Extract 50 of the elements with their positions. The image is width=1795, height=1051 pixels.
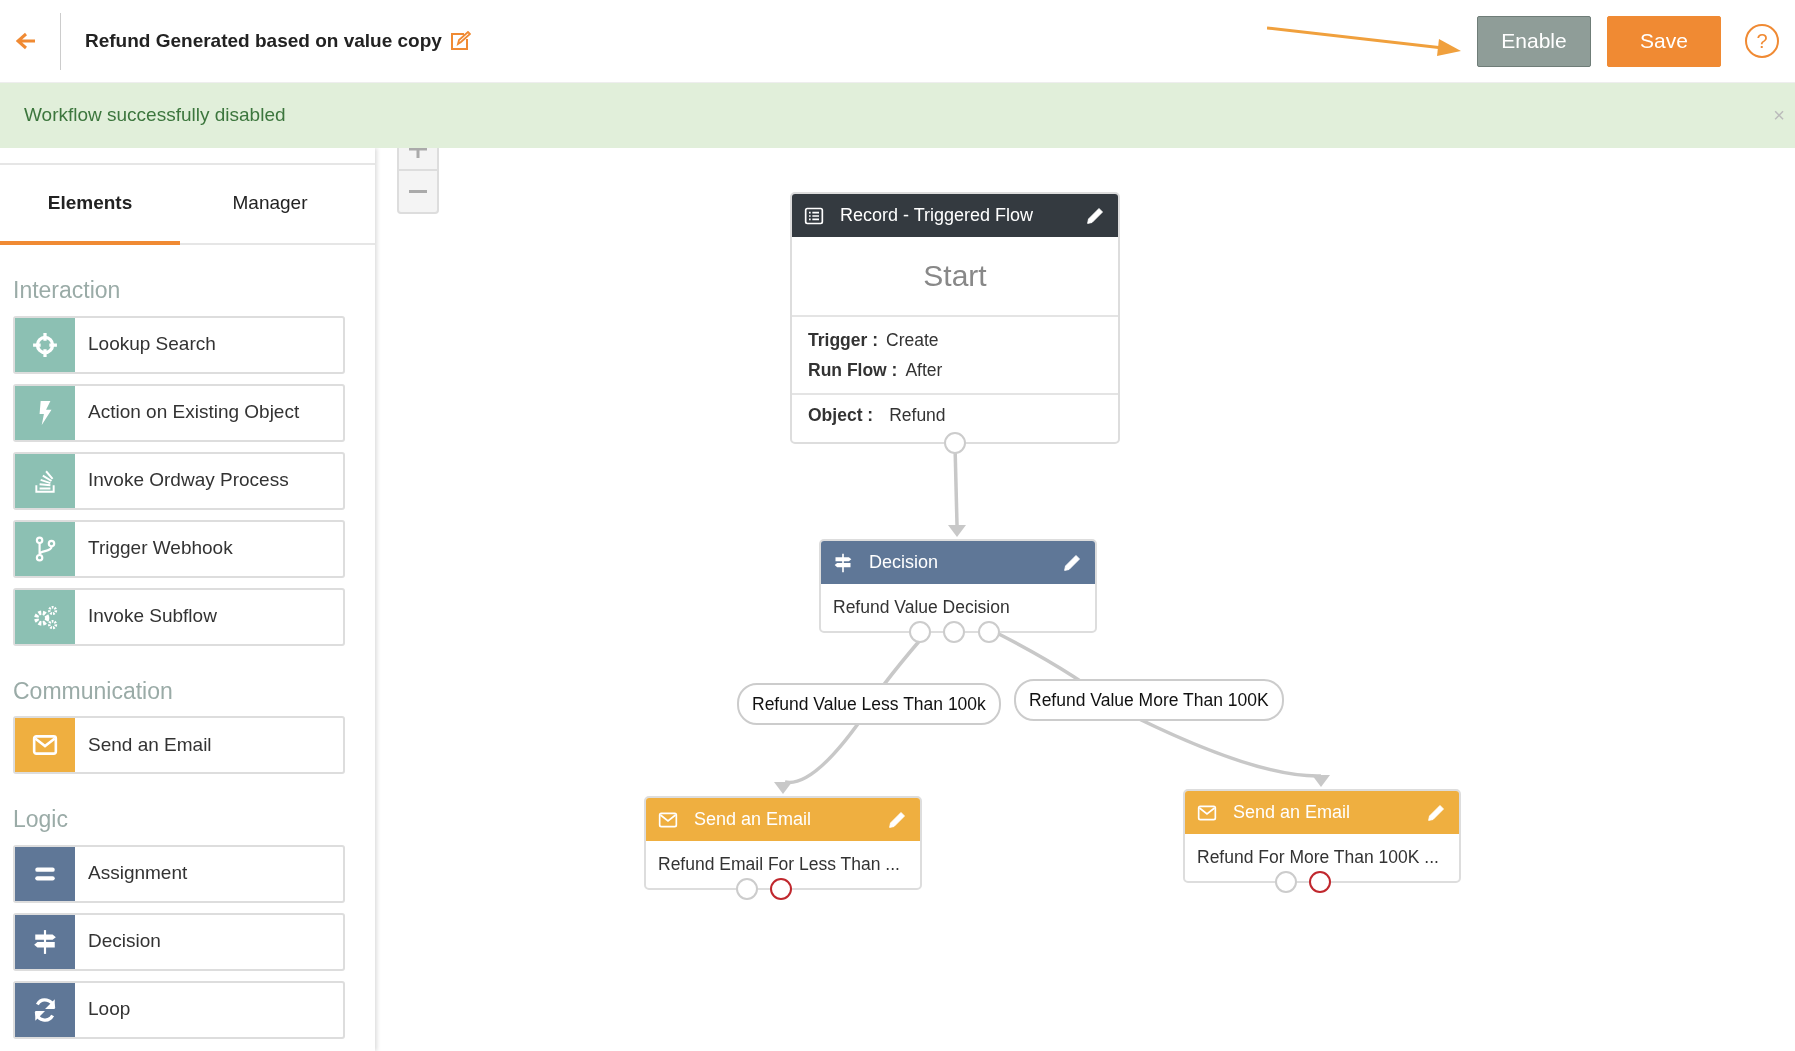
node-title: Send an Email [1233,801,1352,824]
edit-icon[interactable] [449,31,471,51]
section-heading: Interaction [13,276,122,305]
node-description: Refund Value Decision [833,597,1010,617]
connector-port[interactable] [1275,871,1297,893]
list-icon [804,205,824,226]
flow-node[interactable]: Send an Email Refund For More Than 100K ... [1183,789,1461,883]
edge-label: Refund Value Less Than 100k [737,683,1001,726]
element-item[interactable]: Assignment [13,844,345,903]
field-value: After [905,359,943,382]
fault-port[interactable] [1309,871,1331,893]
field-value: Create [886,329,939,352]
node-title: Record - Triggered Flow [840,204,1035,227]
connector-port[interactable] [978,621,1000,643]
field-label: Run Flow : [808,359,898,382]
element-item[interactable]: Action on Existing Object [13,383,345,442]
alert-message: Workflow successfully disabled [24,103,286,128]
minus-icon [409,190,427,193]
element-item[interactable]: Loop [13,980,345,1039]
edge-label: Refund Value More Than 100K [1014,679,1284,722]
node-title: Send an Email [694,808,813,831]
connector-port[interactable] [943,621,965,643]
field-label: Trigger : [808,329,878,352]
workflow-title: Refund Generated based on value copy [85,28,442,53]
flow-node[interactable]: Send an Email Refund Email For Less Than ... [644,796,922,890]
sidebar-tab[interactable]: Elements [0,165,180,245]
sidebar-tab[interactable]: Manager [180,165,360,245]
element-item[interactable]: Invoke Ordway Process [13,451,345,510]
node-title: Decision [869,551,940,574]
signpost-icon [833,552,853,573]
element-item[interactable]: Trigger Webhook [13,519,345,578]
connector-port[interactable] [736,878,758,900]
section-heading: Communication [13,676,174,706]
field-label: Object : [808,404,874,427]
back-arrow-icon[interactable] [16,32,36,50]
element-item[interactable]: Lookup Search [13,315,345,374]
connector-port[interactable] [909,621,931,643]
flow-node[interactable]: Decision Refund Value Decision [819,539,1097,633]
element-item[interactable]: Send an Email [13,716,345,774]
flow-node[interactable]: Record - Triggered Flow Start Trigger : Create Run Flow : After Object : Refund [790,192,1120,444]
connector-port[interactable] [944,432,966,454]
fault-port[interactable] [770,878,792,900]
pencil-icon[interactable] [1085,205,1106,226]
node-description: Refund For More Than 100K ... [1197,847,1439,867]
element-item[interactable]: Invoke Subflow [13,587,345,646]
section-heading: Logic [13,805,69,834]
field-value: Refund [889,404,946,427]
node-description: Refund Email For Less Than ... [658,854,900,874]
node-heading: Start [792,237,1118,317]
element-item[interactable]: Decision [13,912,345,971]
